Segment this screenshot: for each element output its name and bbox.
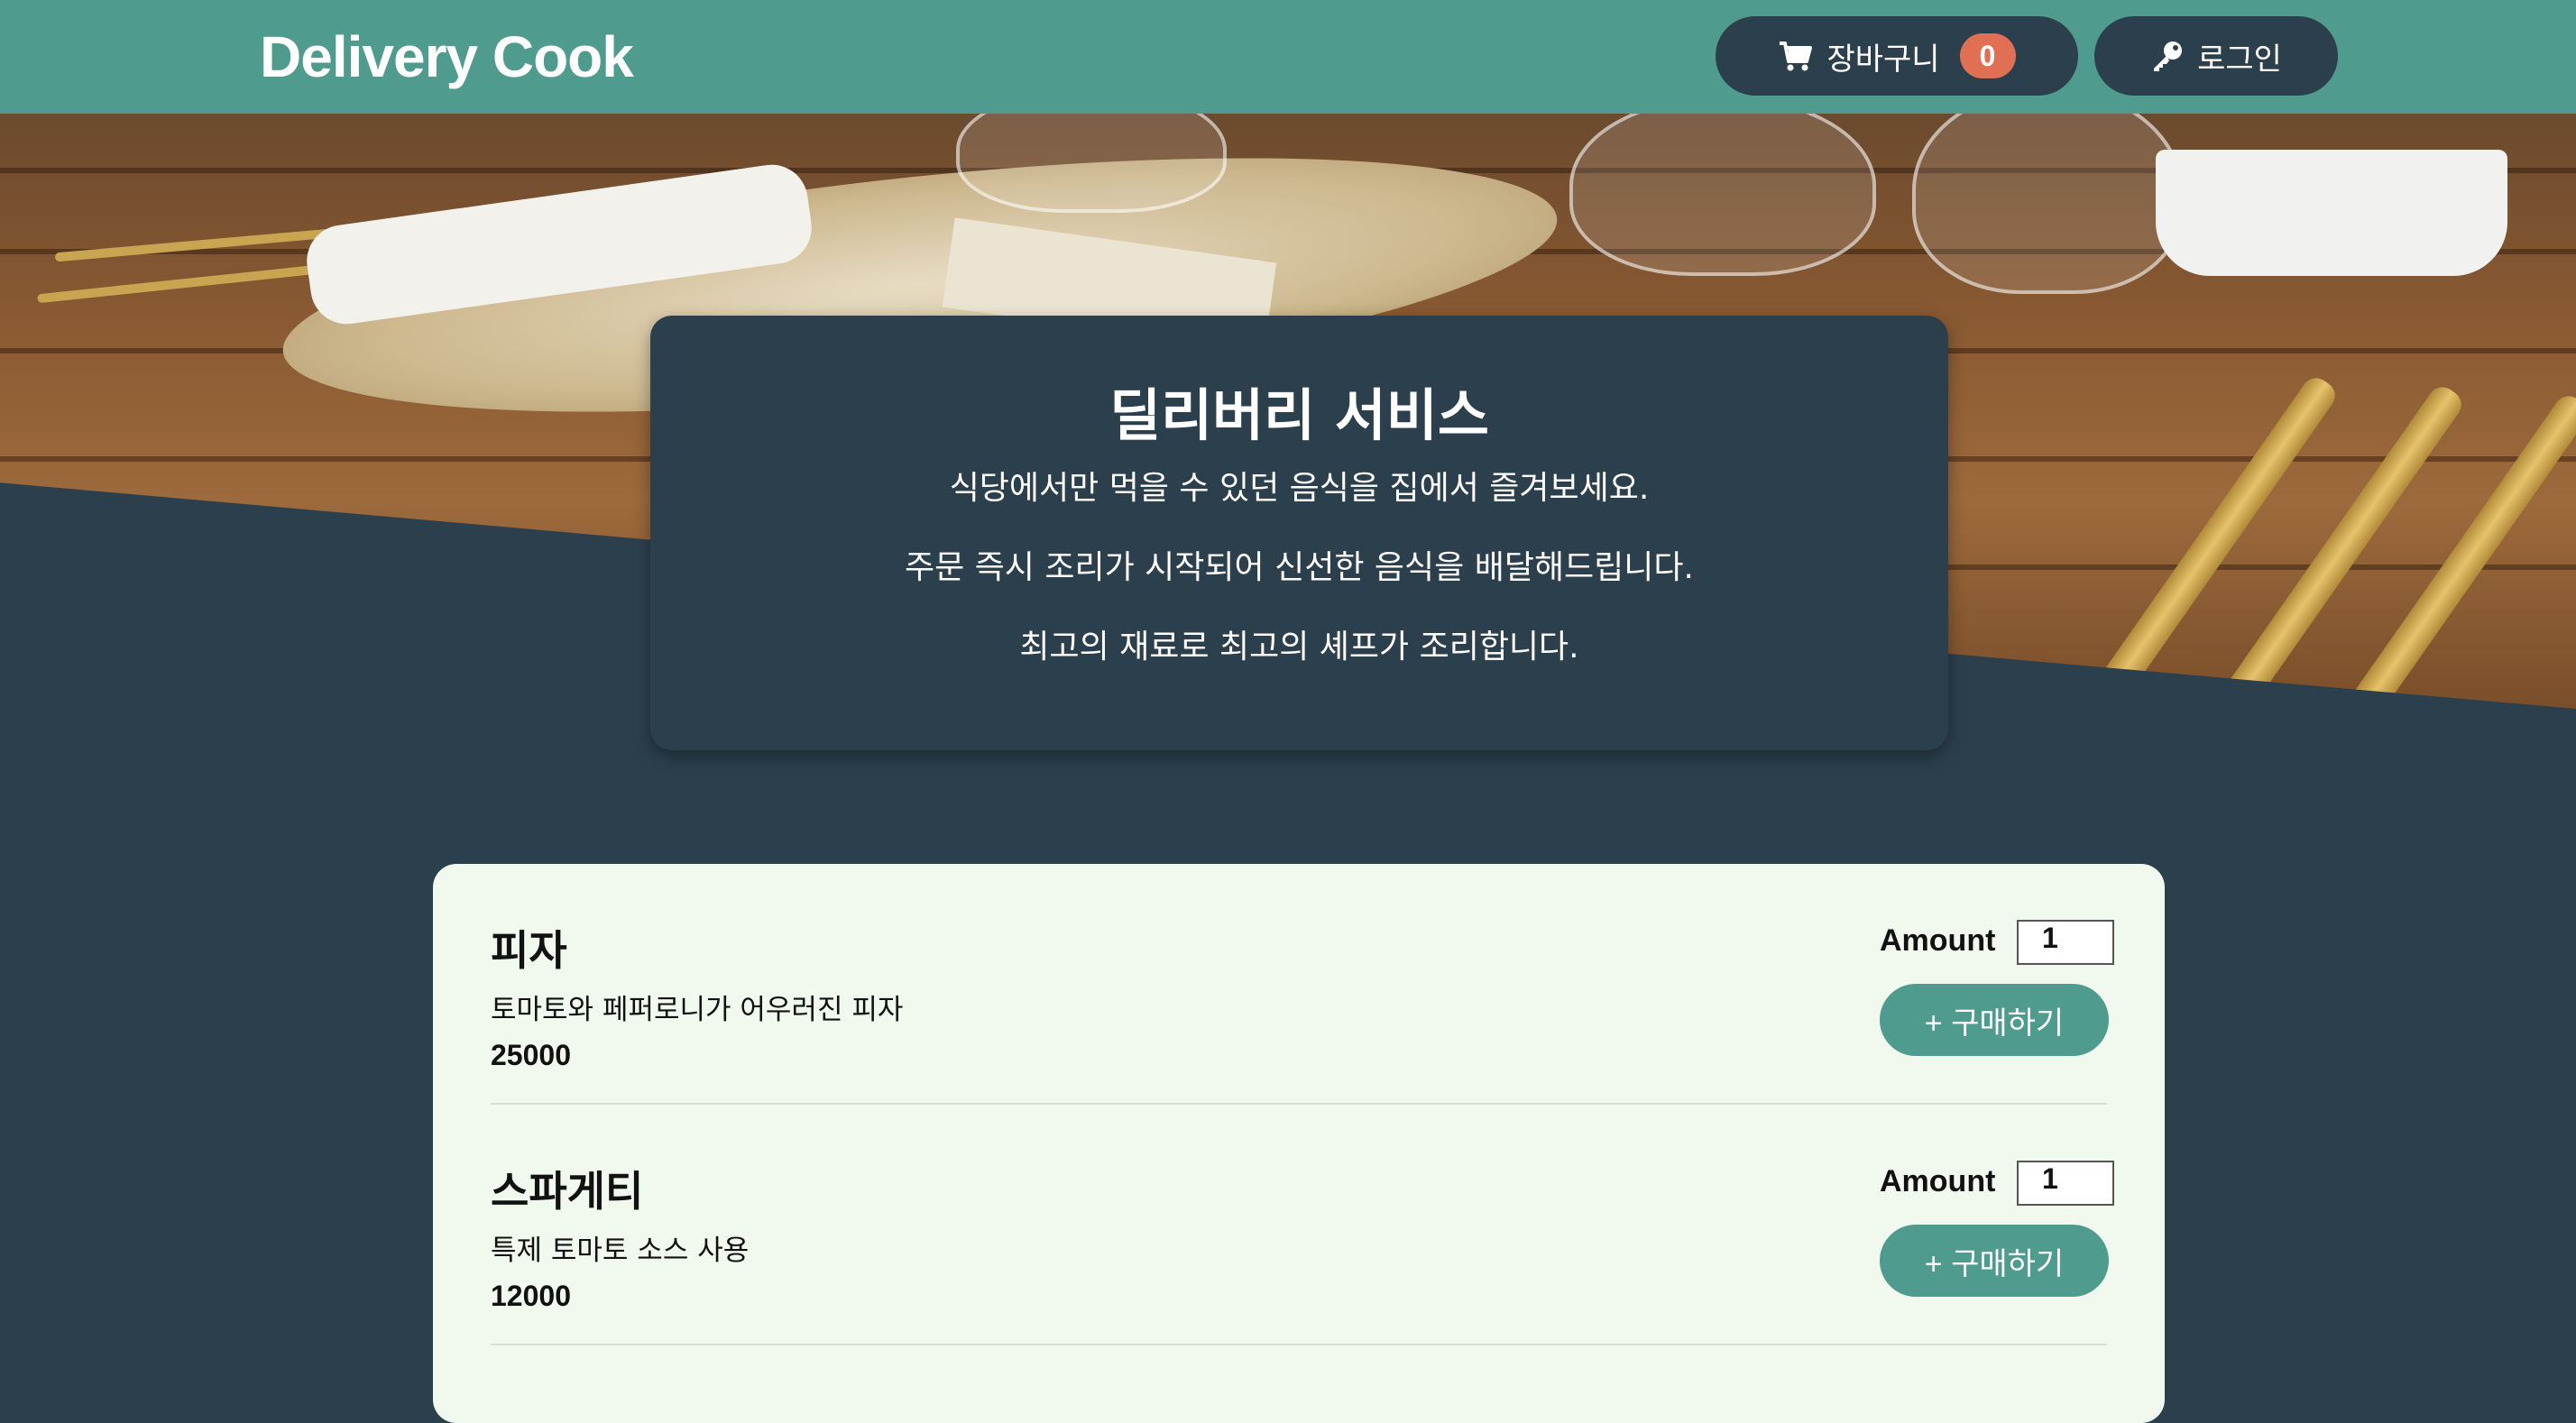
menu-item-name: 스파게티: [491, 1167, 644, 1216]
amount-input[interactable]: 1: [2017, 1161, 2114, 1206]
menu-list: 피자 토마토와 페퍼로니가 어우러진 피자 25000 Amount 1 + 구…: [433, 864, 2165, 1423]
intro-line: 최고의 재료로 최고의 셰프가 조리합니다.: [1019, 629, 1579, 666]
intro-line: 주문 즉시 조리가 시작되어 신선한 음식을 배달해드립니다.: [905, 549, 1694, 586]
menu-item-price: 25000: [491, 1039, 571, 1071]
buy-button[interactable]: + 구매하기: [1880, 1225, 2109, 1297]
wine-glass: [1569, 114, 1876, 276]
gold-fork: [2094, 372, 2341, 702]
cart-label: 장바구니: [1826, 41, 1940, 78]
login-button[interactable]: 로그인: [2094, 16, 2338, 96]
login-label: 로그인: [2197, 41, 2282, 78]
menu-item-name: 피자: [491, 926, 567, 975]
top-header: Delivery Cook 장바구니 0 로그인: [0, 0, 2576, 114]
cart-button[interactable]: 장바구니 0: [1716, 16, 2078, 96]
wine-glass: [956, 114, 1227, 213]
cart-icon: [1778, 40, 1814, 72]
key-icon: [2150, 39, 2185, 73]
intro-line: 식당에서만 먹을 수 있던 음식을 집에서 즐겨보세요.: [949, 470, 1650, 507]
intro-title: 딜리버리 서비스: [1109, 382, 1489, 448]
menu-item-description: 특제 토마토 소스 사용: [491, 1235, 750, 1267]
menu-item-description: 토마토와 페퍼로니가 어우러진 피자: [491, 994, 904, 1026]
gold-fork: [2221, 381, 2468, 709]
gold-fork: [2347, 390, 2576, 709]
menu-item-price: 12000: [491, 1280, 571, 1312]
amount-label: Amount: [1880, 1164, 1996, 1198]
site-logo[interactable]: Delivery Cook: [260, 23, 634, 90]
wine-glass: [1912, 114, 2183, 294]
service-intro-box: 딜리버리 서비스 식당에서만 먹을 수 있던 음식을 집에서 즐겨보세요. 주문…: [650, 316, 1948, 750]
menu-item: 스파게티 특제 토마토 소스 사용 12000 Amount 1 + 구매하기: [491, 1105, 2114, 1345]
cart-count-badge: 0: [1959, 33, 2016, 78]
amount-label: Amount: [1880, 923, 1996, 958]
amount-input[interactable]: 1: [2017, 920, 2114, 965]
white-bowl: [2156, 150, 2507, 276]
menu-item: 피자 토마토와 페퍼로니가 어우러진 피자 25000 Amount 1 + 구…: [491, 864, 2114, 1105]
buy-button[interactable]: + 구매하기: [1880, 984, 2109, 1056]
